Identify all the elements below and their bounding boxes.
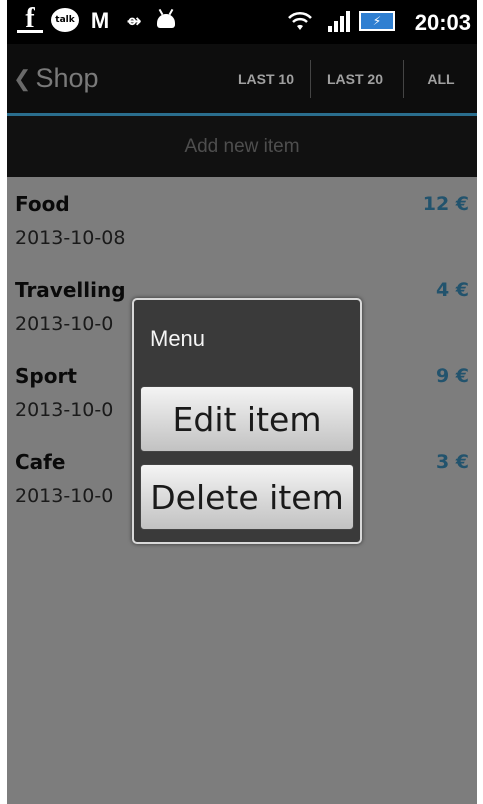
filter-last-10-button[interactable]: LAST 10 xyxy=(225,44,307,113)
filter-last-20-button[interactable]: LAST 20 xyxy=(311,44,399,113)
item-title: Travelling xyxy=(15,278,126,302)
back-title-button[interactable]: ❮ Shop xyxy=(13,44,99,113)
item-amount: 4 € xyxy=(435,279,469,301)
item-date: 2013-10-0 xyxy=(15,313,114,335)
filter-all-button[interactable]: ALL xyxy=(405,44,477,113)
item-amount: 12 € xyxy=(422,193,469,215)
delete-item-button[interactable]: Delete item xyxy=(140,464,354,530)
action-bar: ❮ Shop LAST 10 LAST 20 ALL xyxy=(7,44,477,116)
chevron-left-icon: ❮ xyxy=(13,65,32,91)
dialog-title: Menu xyxy=(150,326,206,351)
android-debug-icon xyxy=(155,8,177,34)
list-item[interactable]: Food 2013-10-08 12 € xyxy=(7,180,477,266)
item-title: Food xyxy=(15,192,70,216)
talk-icon: talk xyxy=(51,8,79,32)
status-bar: f talk M ⇴ ⚡ 20:03 xyxy=(7,0,477,44)
item-date: 2013-10-08 xyxy=(15,227,126,249)
signal-icon xyxy=(327,10,351,32)
item-amount: 3 € xyxy=(435,451,469,473)
phone-screen: f talk M ⇴ ⚡ 20:03 ❮ Shop LAST 10 LAST 2… xyxy=(7,0,477,804)
gmail-icon: M xyxy=(90,8,110,33)
item-title: Sport xyxy=(15,364,77,388)
context-menu-dialog: Menu Edit item Delete item xyxy=(132,298,362,544)
battery-charging-icon: ⚡ xyxy=(359,11,395,31)
item-date: 2013-10-0 xyxy=(15,399,114,421)
item-date: 2013-10-0 xyxy=(15,485,114,507)
item-title: Cafe xyxy=(15,450,66,474)
facebook-icon: f xyxy=(17,3,43,34)
add-new-item-button[interactable]: Add new item xyxy=(7,116,477,177)
status-time: 20:03 xyxy=(414,10,471,35)
wifi-icon xyxy=(285,8,315,34)
talk-icon-label: talk xyxy=(55,15,75,25)
action-divider xyxy=(403,60,404,98)
item-amount: 9 € xyxy=(435,365,469,387)
page-title: Shop xyxy=(35,63,99,93)
edit-item-button[interactable]: Edit item xyxy=(140,386,354,452)
usb-icon: ⇴ xyxy=(126,10,142,32)
